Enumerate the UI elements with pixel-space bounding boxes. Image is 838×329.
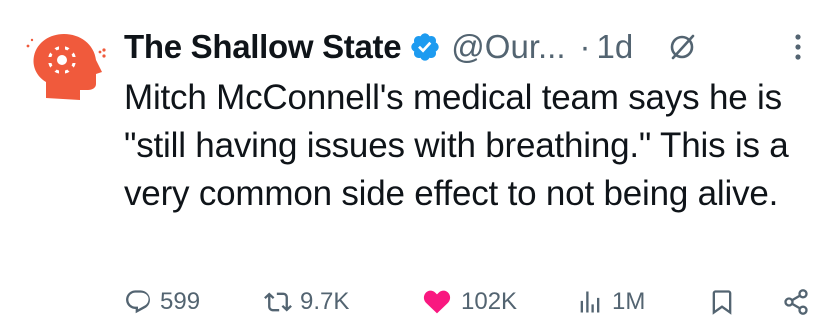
repost-icon xyxy=(264,292,292,312)
tweet[interactable]: The Shallow State @Our... · 1d Mitch McC… xyxy=(0,0,838,329)
heart-icon xyxy=(423,290,451,314)
author-name[interactable]: The Shallow State xyxy=(124,28,402,66)
tweet-text: Mitch McConnell's medical team says he i… xyxy=(124,78,789,213)
views-count: 1M xyxy=(612,288,646,315)
action-bar: 599 9.7K 102K 1M xyxy=(124,280,824,324)
avatar[interactable] xyxy=(24,28,108,112)
share-button[interactable] xyxy=(782,280,810,324)
reply-count: 599 xyxy=(160,288,201,315)
author-handle[interactable]: @Our... xyxy=(451,28,565,66)
bookmark-button[interactable] xyxy=(708,280,736,324)
more-options-icon[interactable] xyxy=(794,32,802,62)
verified-badge-icon[interactable] xyxy=(409,31,441,63)
views-button[interactable]: 1M xyxy=(576,280,645,324)
views-icon xyxy=(580,291,600,313)
reply-button[interactable]: 599 xyxy=(124,280,200,324)
bookmark-icon xyxy=(712,290,732,315)
grok-icon[interactable] xyxy=(667,32,697,62)
tweet-header: The Shallow State @Our... · 1d xyxy=(124,26,820,68)
timestamp[interactable]: 1d xyxy=(597,28,634,66)
like-count: 102K xyxy=(461,288,518,315)
separator-dot: · xyxy=(579,28,591,65)
reply-icon xyxy=(126,290,150,314)
head-gear-icon xyxy=(26,34,106,100)
repost-count: 9.7K xyxy=(300,288,350,315)
share-icon xyxy=(784,289,808,315)
repost-button[interactable]: 9.7K xyxy=(264,280,349,324)
like-button[interactable]: 102K xyxy=(421,280,517,324)
